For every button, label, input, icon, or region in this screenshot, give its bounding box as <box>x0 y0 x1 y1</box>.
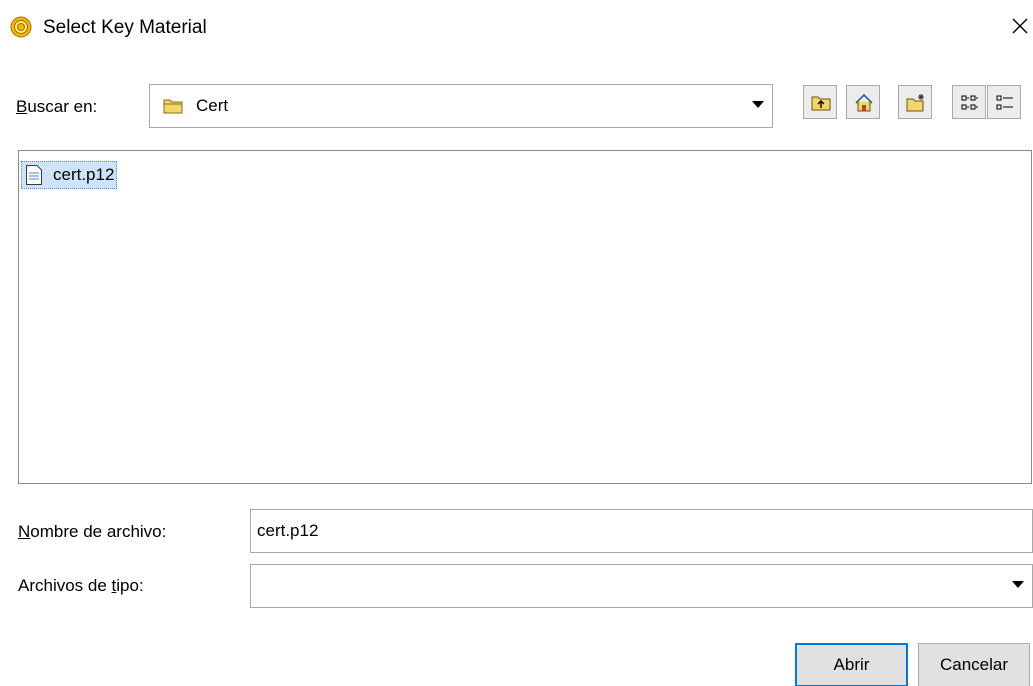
look-in-accelerator: B <box>16 97 28 116</box>
ring-seal-icon <box>10 16 32 38</box>
folder-icon <box>163 97 183 115</box>
file-type-label: Archivos de tipo: <box>18 575 144 597</box>
details-view-icon <box>996 95 1013 110</box>
look-in-combobox[interactable]: Cert <box>149 84 773 128</box>
look-in-label-text: uscar en: <box>27 97 98 116</box>
new-folder-button[interactable] <box>898 85 932 119</box>
file-icon <box>25 164 43 186</box>
file-name-input[interactable] <box>250 509 1033 553</box>
file-name-accelerator: N <box>18 522 31 541</box>
open-button[interactable]: Abrir <box>795 643 908 686</box>
close-icon[interactable] <box>1010 16 1030 36</box>
home-icon <box>855 93 873 112</box>
file-name-label-text: ombre de archivo: <box>30 522 167 541</box>
new-folder-icon <box>906 94 924 112</box>
chevron-down-icon[interactable] <box>1012 581 1024 588</box>
select-key-material-dialog: Select Key Material Buscar en: Cert cert… <box>0 0 1033 686</box>
file-name-label: Nombre de archivo: <box>18 521 166 543</box>
file-type-label-post: ipo: <box>116 576 144 595</box>
file-list[interactable]: cert.p12 <box>18 150 1032 484</box>
look-in-label: Buscar en: <box>16 96 97 118</box>
file-type-label-pre: Archivos de <box>18 576 112 595</box>
window-title: Select Key Material <box>43 17 207 38</box>
cancel-button[interactable]: Cancelar <box>918 643 1030 686</box>
details-view-button[interactable] <box>987 85 1021 119</box>
list-item[interactable]: cert.p12 <box>21 161 118 189</box>
list-view-button[interactable] <box>952 85 986 119</box>
up-folder-icon <box>811 96 831 111</box>
list-view-icon <box>961 95 978 110</box>
up-one-level-button[interactable] <box>803 85 837 119</box>
chevron-down-icon[interactable] <box>752 101 764 108</box>
file-name: cert.p12 <box>53 165 115 184</box>
file-type-combobox[interactable] <box>250 564 1033 608</box>
look-in-value: Cert <box>196 96 229 115</box>
home-button[interactable] <box>846 85 880 119</box>
